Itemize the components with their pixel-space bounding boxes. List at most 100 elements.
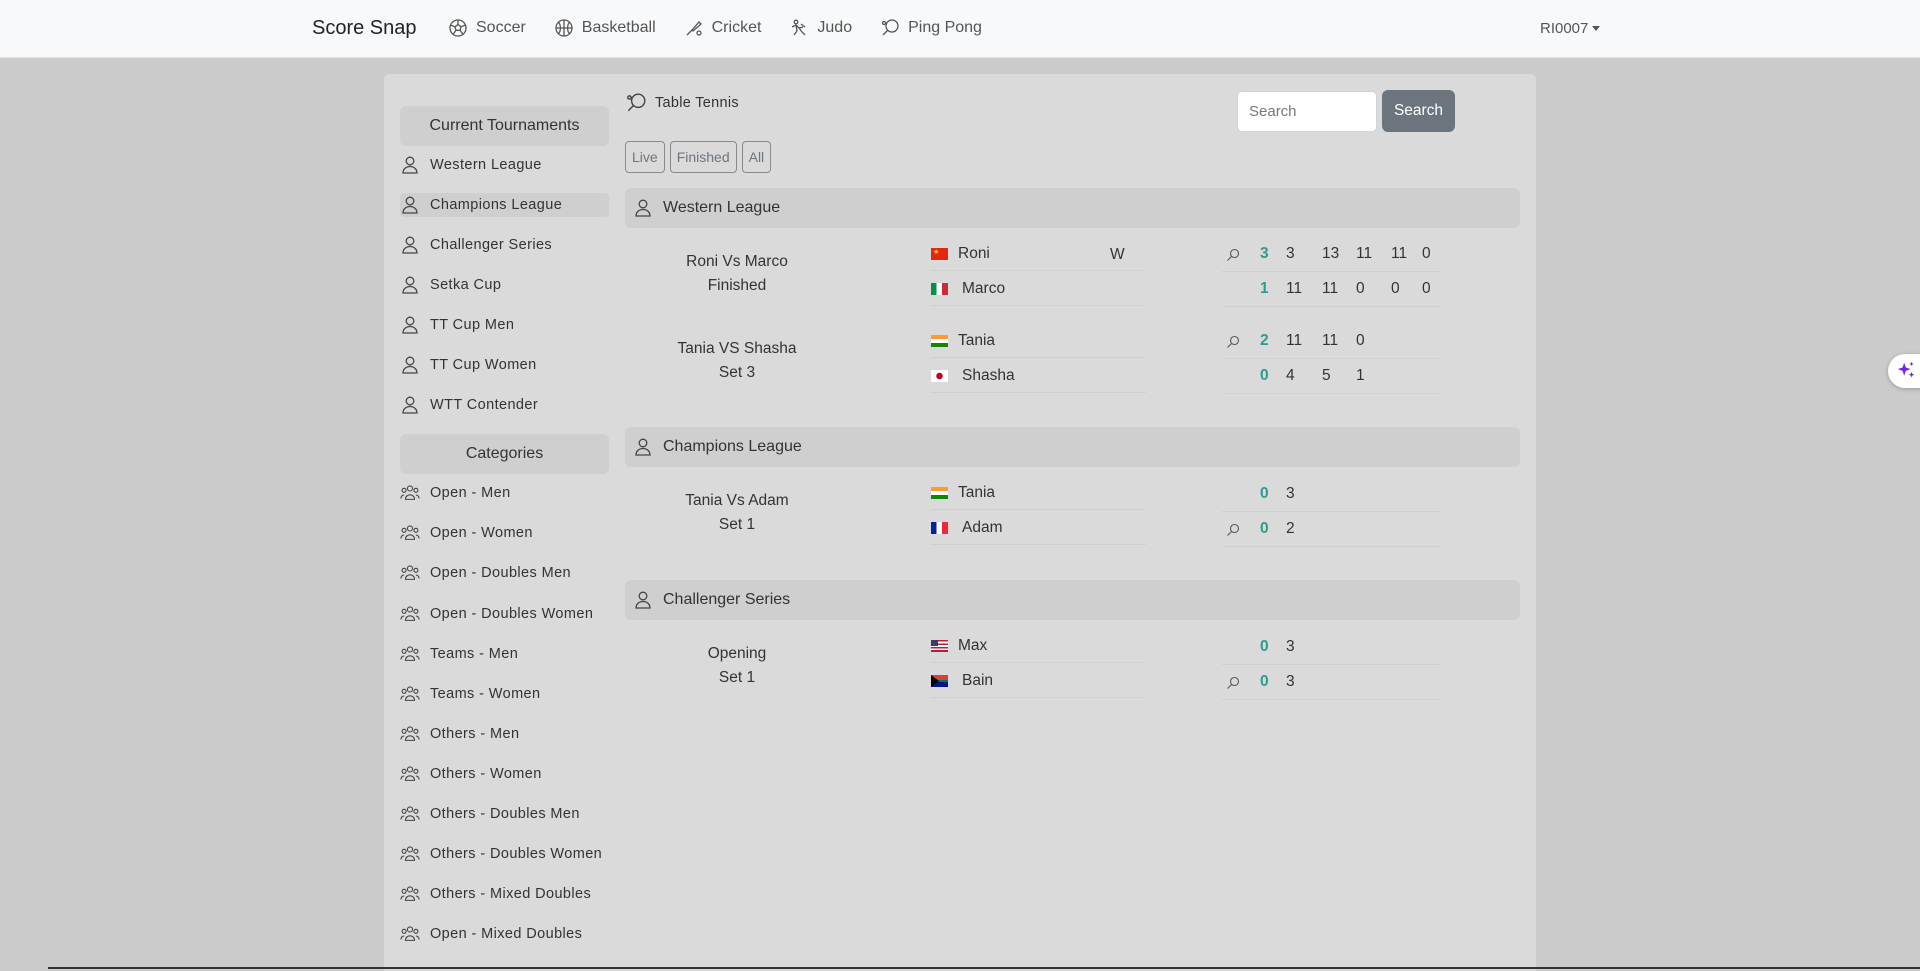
users-icon (400, 726, 420, 741)
sidebar-item-challenger-series[interactable]: Challenger Series (400, 233, 609, 257)
nav-item-label: Basketball (581, 19, 656, 36)
match-status: Set 1 (718, 669, 756, 686)
user-icon (402, 156, 418, 174)
sidebar-category-item[interactable]: Others - Men (400, 722, 609, 746)
set-score: 3 (1286, 673, 1295, 690)
match-info[interactable]: Tania VS Shasha Set 3 (652, 337, 822, 385)
serve-paddle-icon (1227, 335, 1240, 348)
sidebar-category-item[interactable]: Open - Men (400, 481, 609, 505)
set-score: 4 (1286, 367, 1295, 384)
users-icon (400, 485, 420, 500)
sidebar-category-item[interactable]: Open - Doubles Men (400, 561, 609, 585)
nav-item-label: Judo (817, 19, 853, 36)
user-icon (635, 199, 651, 217)
sidebar-category-item[interactable]: Open - Women (400, 521, 609, 545)
player-row: Marco (931, 272, 1146, 306)
filter-all-button[interactable]: All (741, 141, 772, 173)
sidebar-item-label: TT Cup Men (430, 317, 515, 333)
match-info[interactable]: Roni Vs Marco Finished (652, 250, 822, 298)
player-name: Tania (958, 483, 996, 501)
score-row: 0 2 (1222, 513, 1440, 547)
player-name: Roni (958, 244, 990, 262)
player-row: Adam (931, 511, 1146, 545)
set-score: 11 (1391, 245, 1408, 262)
match-info[interactable]: Tania Vs Adam Set 1 (652, 489, 822, 537)
nav-item-soccer[interactable]: Soccer (448, 18, 526, 38)
user-id: RI0007 (1540, 20, 1589, 37)
categories-heading: Categories (400, 434, 609, 474)
league-name: Champions League (663, 438, 802, 455)
score-row: 3 3 13 11 11 0 (1222, 238, 1440, 272)
sidebar-item-label: Others - Doubles Men (430, 806, 580, 822)
league-header-champions-league[interactable]: Champions League (625, 427, 1520, 467)
usa-flag-icon (931, 639, 948, 652)
filter-finished-button[interactable]: Finished (669, 141, 737, 173)
sidebar-item-setka-cup[interactable]: Setka Cup (400, 273, 609, 297)
set-score: 5 (1322, 367, 1331, 384)
match-filters: Live Finished All (625, 141, 772, 173)
sidebar-item-tt-cup-women[interactable]: TT Cup Women (400, 353, 609, 377)
search-input[interactable] (1237, 91, 1377, 132)
user-icon (635, 438, 651, 456)
match-info[interactable]: Opening Set 1 (652, 642, 822, 690)
filter-live-button[interactable]: Live (625, 141, 665, 173)
score-row: 0 3 (1222, 666, 1440, 700)
match-title: Roni Vs Marco (686, 253, 788, 270)
nav-item-cricket[interactable]: Cricket (684, 18, 762, 38)
sparkle-icon (1897, 361, 1915, 378)
sidebar-item-label: Open - Women (430, 525, 533, 541)
user-icon (402, 356, 418, 374)
user-icon (402, 396, 418, 414)
league-header-western-league[interactable]: Western League (625, 188, 1520, 228)
sidebar-category-item[interactable]: Open - Doubles Women (400, 602, 609, 626)
nav-item-basketball[interactable]: Basketball (554, 18, 656, 38)
sidebar-category-item[interactable]: Others - Doubles Men (400, 802, 609, 826)
sidebar-category-item[interactable]: Others - Women (400, 762, 609, 786)
set-score: 3 (1286, 638, 1295, 655)
india-flag-icon (931, 486, 948, 499)
ai-assistant-button[interactable] (1888, 354, 1920, 388)
player-row: Tania (931, 324, 1146, 358)
sidebar-item-champions-league[interactable]: Champions League (400, 193, 609, 217)
search-button[interactable]: Search (1382, 90, 1455, 132)
sidebar-item-label: Teams - Women (430, 686, 541, 702)
soccer-ball-icon (449, 19, 467, 37)
sets-won: 1 (1260, 280, 1269, 297)
sets-won: 3 (1260, 245, 1269, 262)
ping-pong-icon (881, 19, 899, 36)
league-header-challenger-series[interactable]: Challenger Series (625, 580, 1520, 620)
sidebar-category-item[interactable]: Teams - Men (400, 642, 609, 666)
score-row: 0 3 (1222, 631, 1440, 665)
set-score: 0 (1356, 332, 1365, 349)
serve-paddle-icon (1227, 676, 1240, 689)
users-icon (400, 926, 420, 941)
nav-item-judo[interactable]: Judo (789, 18, 852, 38)
user-icon (402, 316, 418, 334)
ping-pong-icon (627, 93, 646, 112)
sidebar-category-item[interactable]: Teams - Women (400, 682, 609, 706)
users-icon (400, 565, 420, 580)
sidebar-item-label: Challenger Series (430, 237, 553, 253)
sidebar-item-tt-cup-men[interactable]: TT Cup Men (400, 313, 609, 337)
sidebar-item-label: Open - Doubles Men (430, 565, 571, 581)
player-name: Max (958, 636, 988, 654)
sidebar-category-item[interactable]: Others - Doubles Women (400, 842, 609, 866)
sidebar-item-wtt-contender[interactable]: WTT Contender (400, 393, 609, 417)
sidebar-item-western-league[interactable]: Western League (400, 153, 609, 177)
nav-item-ping-pong[interactable]: Ping Pong (880, 18, 982, 38)
match-title: Opening (707, 645, 767, 662)
league-name: Western League (663, 199, 781, 216)
italy-flag-icon (931, 282, 948, 295)
player-name: Tania (958, 331, 996, 349)
sets-won: 2 (1260, 332, 1269, 349)
users-icon (400, 766, 420, 781)
sidebar-category-item[interactable]: Others - Mixed Doubles (400, 882, 609, 906)
users-icon (400, 525, 420, 540)
sidebar-category-item[interactable]: Open - Mixed Doubles (400, 922, 609, 946)
sidebar-item-label: Others - Mixed Doubles (430, 886, 592, 902)
user-dropdown[interactable]: RI0007 (1540, 20, 1601, 37)
set-score: 13 (1322, 245, 1340, 262)
brand-logo[interactable]: Score Snap (312, 17, 417, 40)
set-score: 2 (1286, 520, 1295, 537)
nav-item-label: Cricket (711, 19, 762, 36)
